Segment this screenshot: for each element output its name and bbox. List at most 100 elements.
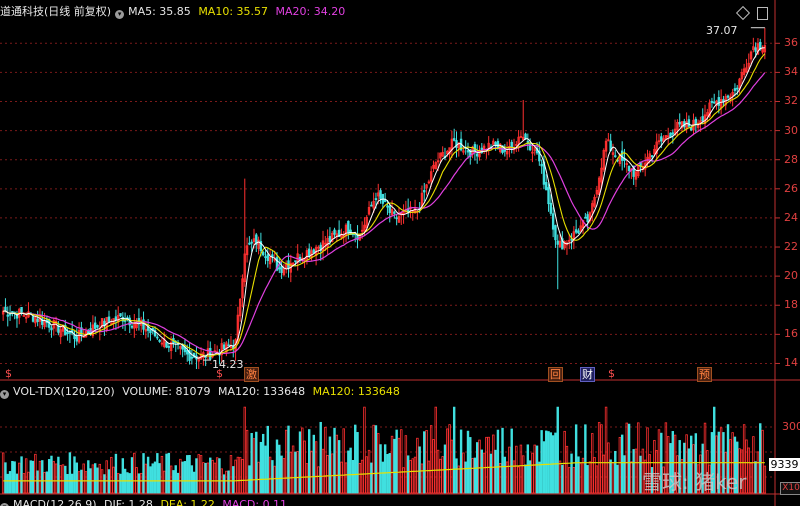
volume-bar — [524, 464, 527, 494]
volume-bar — [395, 429, 398, 494]
volume-bar — [328, 436, 332, 494]
event-badge-1[interactable]: $ — [4, 367, 13, 380]
volume-bar — [747, 447, 750, 494]
volume-bar — [305, 463, 309, 494]
volume-bar — [494, 449, 497, 494]
volume-bar — [114, 453, 118, 494]
volume-bar — [508, 446, 511, 494]
volume-bar — [759, 423, 762, 494]
price-tick-label: 28 — [784, 152, 798, 166]
volume-bar — [165, 453, 168, 494]
volume-bar — [82, 463, 85, 494]
candle-body — [694, 118, 698, 125]
volume-bar — [110, 456, 113, 494]
volume-bar — [625, 422, 628, 494]
volume-bar — [427, 460, 431, 494]
candle-body — [6, 314, 9, 317]
volume-bar — [117, 473, 120, 494]
volume-bar — [238, 457, 242, 494]
candle-body — [660, 136, 663, 142]
volume-bar — [202, 462, 205, 494]
volume-bar — [358, 463, 362, 494]
volume-bar — [197, 454, 200, 494]
candle-body — [678, 121, 681, 125]
candle-body — [620, 150, 624, 161]
candle-body — [328, 236, 332, 243]
volume-bar — [538, 461, 541, 494]
volume-bar — [199, 455, 203, 494]
volume-tick-300: 300 — [782, 420, 800, 433]
volume-bar — [22, 473, 26, 494]
volume-bar — [172, 470, 175, 494]
volume-bar — [236, 456, 240, 494]
candlestick-chart[interactable] — [0, 0, 800, 506]
price-tick-label: 14 — [784, 356, 798, 370]
volume-bar — [4, 462, 7, 494]
volume-bar — [225, 470, 228, 494]
price-tick-label: 26 — [784, 181, 798, 195]
candle-body — [36, 318, 39, 322]
volume-bar — [77, 471, 81, 494]
volume-bar — [312, 434, 316, 494]
candle-body — [374, 198, 378, 200]
volume-bar — [140, 472, 143, 494]
stock-title: 道通科技(日线 前复权) — [0, 5, 112, 18]
ma20-line — [3, 72, 766, 355]
volume-bar — [478, 439, 481, 494]
candle-body — [423, 190, 426, 193]
event-badge-4[interactable]: 回 — [548, 367, 563, 382]
volume-bar — [121, 458, 125, 494]
volume-bar — [289, 451, 293, 494]
volume-bar — [273, 465, 276, 494]
candle-body — [158, 340, 161, 342]
event-badge-5[interactable]: 财 — [580, 367, 595, 382]
ma5-label: MA5: 35.85 — [128, 5, 191, 18]
event-badge-6[interactable]: $ — [607, 367, 616, 380]
volume-bar — [188, 454, 191, 494]
volume-bar — [142, 453, 145, 494]
candle-body — [280, 265, 283, 274]
candle-body — [726, 95, 730, 98]
current-volume-box: 9339 — [769, 458, 800, 471]
volume-bar — [545, 430, 548, 494]
volume-bar — [287, 425, 290, 494]
volume-bar — [261, 433, 265, 494]
candle-body — [227, 344, 230, 347]
volume-bar — [70, 473, 74, 494]
volume-bar — [351, 459, 355, 494]
volume-settings-icon[interactable]: ▾ — [0, 390, 9, 399]
candle-body — [395, 217, 398, 220]
volume-bar — [275, 439, 279, 494]
volume-bar — [763, 465, 767, 494]
candle-body — [452, 138, 456, 141]
event-badge-7[interactable]: 预 — [697, 367, 712, 382]
panel-toggle-icon[interactable] — [757, 7, 768, 20]
candle-body — [393, 211, 396, 214]
volume-bar — [103, 474, 106, 494]
event-badge-2[interactable]: $ — [215, 367, 224, 380]
candle-body — [278, 267, 281, 270]
macd-header: ▾MACD(12,26,9) DIF: 1.28 DEA: 1.22 MACD:… — [0, 496, 291, 506]
volume-bar — [607, 442, 610, 494]
event-badge-3[interactable]: 激 — [244, 367, 259, 382]
volume-bar — [471, 457, 474, 494]
candle-body — [308, 248, 311, 257]
volume-bar — [252, 438, 256, 494]
candle-body — [149, 329, 152, 334]
volume-bar — [618, 437, 622, 494]
volume-bar — [620, 434, 624, 494]
candle-body — [167, 346, 171, 348]
volume-bar — [333, 427, 336, 494]
candle-body — [119, 313, 122, 317]
volume-bar — [609, 459, 612, 494]
volume-bar — [441, 456, 444, 494]
candle-body — [701, 116, 704, 122]
volume-bar — [321, 448, 325, 494]
settings-icon[interactable]: ▾ — [115, 10, 125, 19]
candle-body — [650, 155, 654, 158]
volume-bar — [137, 473, 141, 494]
volume-bar — [36, 470, 39, 494]
candle-body — [50, 327, 53, 331]
volume-bar — [360, 459, 364, 494]
volume-bar — [597, 422, 601, 494]
